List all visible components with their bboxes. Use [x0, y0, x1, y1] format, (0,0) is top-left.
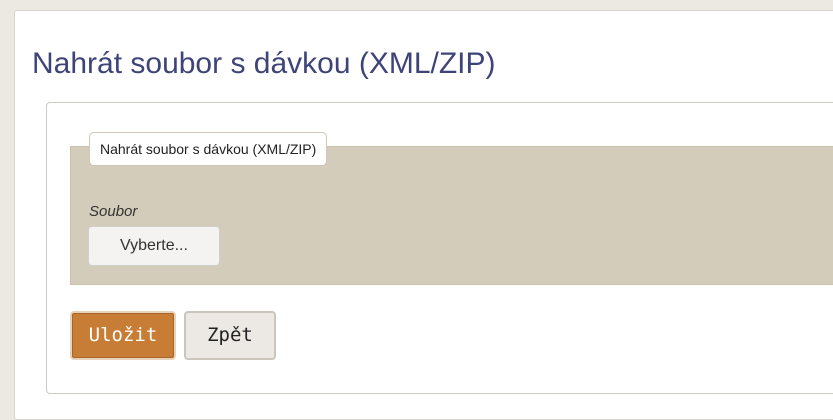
save-button[interactable]: Uložit: [70, 311, 176, 360]
file-field-label: Soubor: [89, 203, 138, 220]
fieldset-legend: Nahrát soubor s dávkou (XML/ZIP): [89, 132, 328, 166]
back-button[interactable]: Zpět: [184, 311, 276, 360]
page-title: Nahrát soubor s dávkou (XML/ZIP): [32, 47, 496, 80]
choose-file-button[interactable]: Vyberte...: [88, 226, 220, 266]
